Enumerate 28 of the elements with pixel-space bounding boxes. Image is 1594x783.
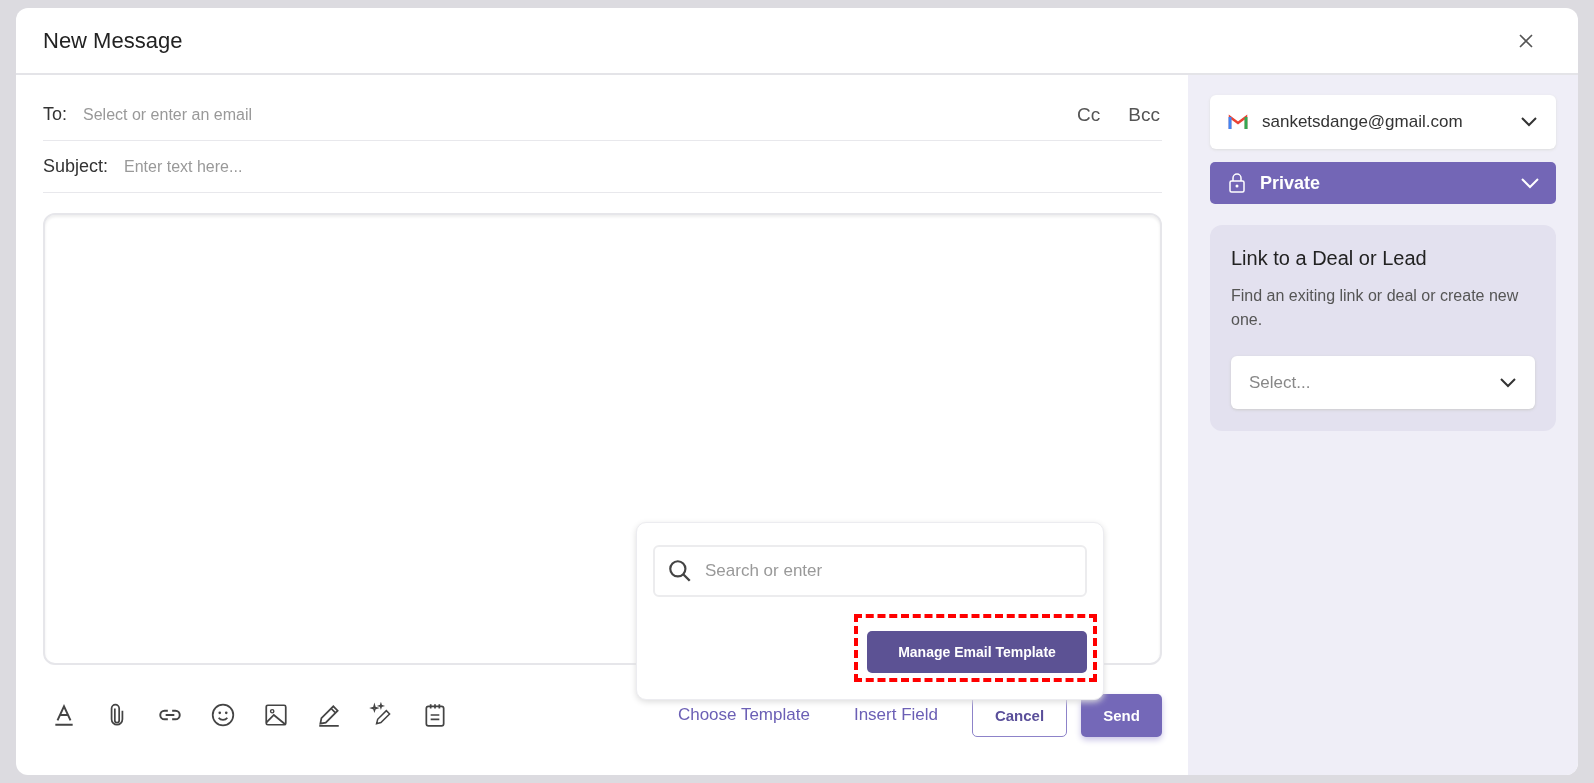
deal-select[interactable]: Select... bbox=[1231, 356, 1535, 409]
chevron-down-icon bbox=[1520, 116, 1538, 128]
choose-template-link[interactable]: Choose Template bbox=[667, 705, 820, 725]
emoji-icon[interactable] bbox=[210, 702, 236, 728]
image-icon[interactable] bbox=[263, 702, 289, 728]
pencil-icon[interactable] bbox=[316, 702, 342, 728]
subject-field[interactable]: Enter text here... bbox=[122, 156, 1162, 177]
cc-button[interactable]: Cc bbox=[1075, 103, 1103, 126]
sender-dropdown[interactable]: sanketsdange@gmail.com bbox=[1210, 95, 1556, 149]
to-field[interactable]: Select or enter an email bbox=[81, 104, 1052, 125]
subject-label: Subject: bbox=[43, 156, 109, 177]
insert-field-link[interactable]: Insert Field bbox=[843, 705, 948, 725]
card-title: Link to a Deal or Lead bbox=[1231, 247, 1428, 270]
chevron-down-icon bbox=[1520, 177, 1540, 189]
send-button[interactable]: Send bbox=[1081, 693, 1162, 737]
search-icon bbox=[667, 558, 693, 584]
lock-icon bbox=[1228, 173, 1246, 193]
to-label: To: bbox=[43, 104, 67, 125]
card-description: Find an exiting link or deal or create new one. bbox=[1231, 286, 1520, 330]
search-field[interactable]: Search or enter bbox=[653, 545, 1087, 597]
close-icon bbox=[1518, 32, 1534, 49]
bcc-button[interactable]: Bcc bbox=[1126, 103, 1162, 126]
notepad-icon[interactable] bbox=[422, 702, 448, 728]
visibility-dropdown[interactable]: Private bbox=[1210, 162, 1556, 204]
manage-template-button[interactable]: Manage Email Template bbox=[867, 631, 1087, 673]
window-title: New Message bbox=[43, 27, 183, 54]
chevron-down-icon bbox=[1499, 376, 1517, 389]
mail-logo-icon bbox=[1228, 114, 1248, 130]
